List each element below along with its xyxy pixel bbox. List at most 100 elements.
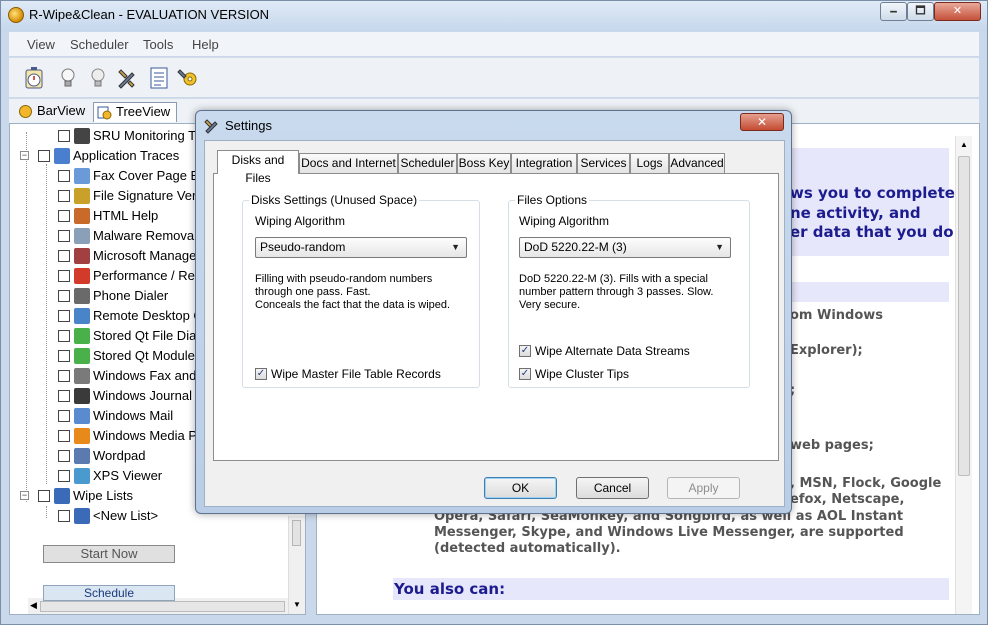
tree-item-checkbox[interactable]: [58, 250, 70, 262]
disks-desc-2: through one pass. Fast.: [255, 286, 371, 298]
disks-and-files-panel: Disks Settings (Unused Space) Wiping Alg…: [213, 173, 779, 461]
files-group-title: Files Options: [515, 193, 590, 207]
tree-item-label: Microsoft Manage: [93, 248, 197, 263]
schedule-button[interactable]: Schedule: [43, 585, 175, 601]
tree-item-checkbox[interactable]: [58, 130, 70, 142]
files-algorithm-select[interactable]: DoD 5220.22-M (3) ▼: [519, 237, 731, 258]
tree-item-checkbox[interactable]: [58, 230, 70, 242]
cancel-button[interactable]: Cancel: [576, 477, 649, 499]
app-icon: [74, 428, 90, 444]
dialog-close-button[interactable]: ✕: [740, 113, 784, 131]
close-button[interactable]: ✕: [934, 2, 981, 21]
apply-button[interactable]: Apply: [667, 477, 740, 499]
tab-treeview-label: TreeView: [116, 104, 171, 119]
tree-item-checkbox[interactable]: [58, 210, 70, 222]
maximize-button[interactable]: 🗖: [907, 2, 934, 21]
tab-treeview[interactable]: TreeView: [93, 102, 178, 122]
app-icon: [74, 448, 90, 464]
tree-item-checkbox[interactable]: [38, 150, 50, 162]
tree-item-label: Fax Cover Page Ed: [93, 168, 207, 183]
bulb-dim-icon[interactable]: [87, 66, 109, 90]
checkbox-check-icon: ✓: [255, 368, 267, 380]
tree-item-label: Windows Journal: [93, 388, 192, 403]
section-you-also-can: You also can:: [394, 580, 506, 598]
tree-item-checkbox[interactable]: [58, 470, 70, 482]
ok-button[interactable]: OK: [484, 477, 557, 499]
app-icon: [74, 128, 90, 144]
tab-docs-and-internet[interactable]: Docs and Internet: [299, 153, 398, 173]
dialog-title: Settings: [225, 118, 272, 133]
tab-services[interactable]: Services: [577, 153, 630, 173]
files-options-group: Files Options Wiping Algorithm DoD 5220.…: [508, 193, 750, 388]
content-line-9: efox, Netscape,: [790, 492, 905, 507]
tree-item-checkbox[interactable]: [58, 430, 70, 442]
tree-item-label: Malware Removal: [93, 228, 198, 243]
app-icon: [74, 208, 90, 224]
app-icon: [74, 368, 90, 384]
minimize-button[interactable]: 🗕: [880, 2, 907, 21]
tree-item-checkbox[interactable]: [58, 330, 70, 342]
tree-item-label: Stored Qt File Dia: [93, 328, 197, 343]
intro-line-3: er data that you do: [790, 223, 954, 241]
content-line-11: Messenger, Skype, and Windows Live Messe…: [434, 525, 904, 540]
wipe-cluster-tips-label: Wipe Cluster Tips: [535, 367, 630, 381]
app-icon: [54, 488, 70, 504]
stopwatch-icon[interactable]: [23, 66, 45, 90]
tree-item-checkbox[interactable]: [58, 350, 70, 362]
tab-barview[interactable]: BarView: [15, 102, 91, 122]
tree-item-checkbox[interactable]: [58, 270, 70, 282]
app-icon: [74, 188, 90, 204]
tree-item-label: Windows Fax and: [93, 368, 197, 383]
tab-barview-label: BarView: [37, 103, 86, 118]
content-scroll-thumb[interactable]: [958, 156, 970, 476]
content-vertical-scrollbar[interactable]: ▲: [955, 136, 972, 614]
tree-item-checkbox[interactable]: [58, 510, 70, 522]
tree-item-checkbox[interactable]: [58, 390, 70, 402]
gear-wrench-icon[interactable]: [177, 66, 199, 90]
checkbox-check-icon: ✓: [519, 368, 531, 380]
app-icon: [74, 228, 90, 244]
tab-boss-key[interactable]: Boss Key: [457, 153, 511, 173]
menu-view[interactable]: View: [27, 37, 55, 52]
tree-item-checkbox[interactable]: [58, 190, 70, 202]
disks-algo-label: Wiping Algorithm: [255, 214, 346, 228]
collapse-toggle-icon[interactable]: −: [20, 151, 29, 160]
tab-scheduler[interactable]: Scheduler: [398, 153, 457, 173]
disks-algorithm-select[interactable]: Pseudo-random ▼: [255, 237, 467, 258]
app-icon: [74, 388, 90, 404]
tree-item-checkbox[interactable]: [58, 370, 70, 382]
disks-desc-3: Conceals the fact that the data is wiped…: [255, 299, 451, 311]
tree-item-label: SRU Monitoring T: [93, 128, 197, 143]
chevron-down-icon: ▼: [451, 242, 460, 252]
tree-item-checkbox[interactable]: [58, 170, 70, 182]
tree-item-label: Windows Mail: [93, 408, 174, 423]
tree-item-checkbox[interactable]: [58, 410, 70, 422]
chevron-down-icon: ▼: [715, 242, 724, 252]
app-icon: [74, 308, 90, 324]
disks-desc-1: Filling with pseudo-random numbers: [255, 273, 433, 285]
menu-help[interactable]: Help: [192, 37, 219, 52]
start-now-button[interactable]: Start Now: [43, 545, 175, 563]
tree-vertical-scrollbar[interactable]: ▼: [288, 516, 305, 614]
tab-integration[interactable]: Integration: [511, 153, 577, 173]
tree-item-label: Stored Qt Module: [93, 348, 195, 363]
window-title: R-Wipe&Clean - EVALUATION VERSION: [29, 7, 270, 22]
app-icon: [74, 508, 90, 524]
wrench-icon[interactable]: [115, 66, 137, 90]
tree-item-checkbox[interactable]: [58, 310, 70, 322]
document-list-icon[interactable]: [148, 66, 170, 90]
app-icon: [74, 168, 90, 184]
collapse-toggle-icon[interactable]: −: [20, 491, 29, 500]
bulb-icon[interactable]: [57, 66, 79, 90]
checkbox-check-icon: ✓: [519, 345, 531, 357]
menu-tools[interactable]: Tools: [143, 37, 173, 52]
tab-disks-and-files[interactable]: Disks and Files: [217, 150, 299, 185]
tree-item-checkbox[interactable]: [58, 450, 70, 462]
menu-scheduler[interactable]: Scheduler: [70, 37, 129, 52]
tree-item-checkbox[interactable]: [38, 490, 50, 502]
tab-logs[interactable]: Logs: [630, 153, 669, 173]
tab-advanced[interactable]: Advanced: [669, 153, 725, 173]
tree-item-checkbox[interactable]: [58, 290, 70, 302]
app-icon: [74, 268, 90, 284]
tree-item-label: Wordpad: [93, 448, 146, 463]
